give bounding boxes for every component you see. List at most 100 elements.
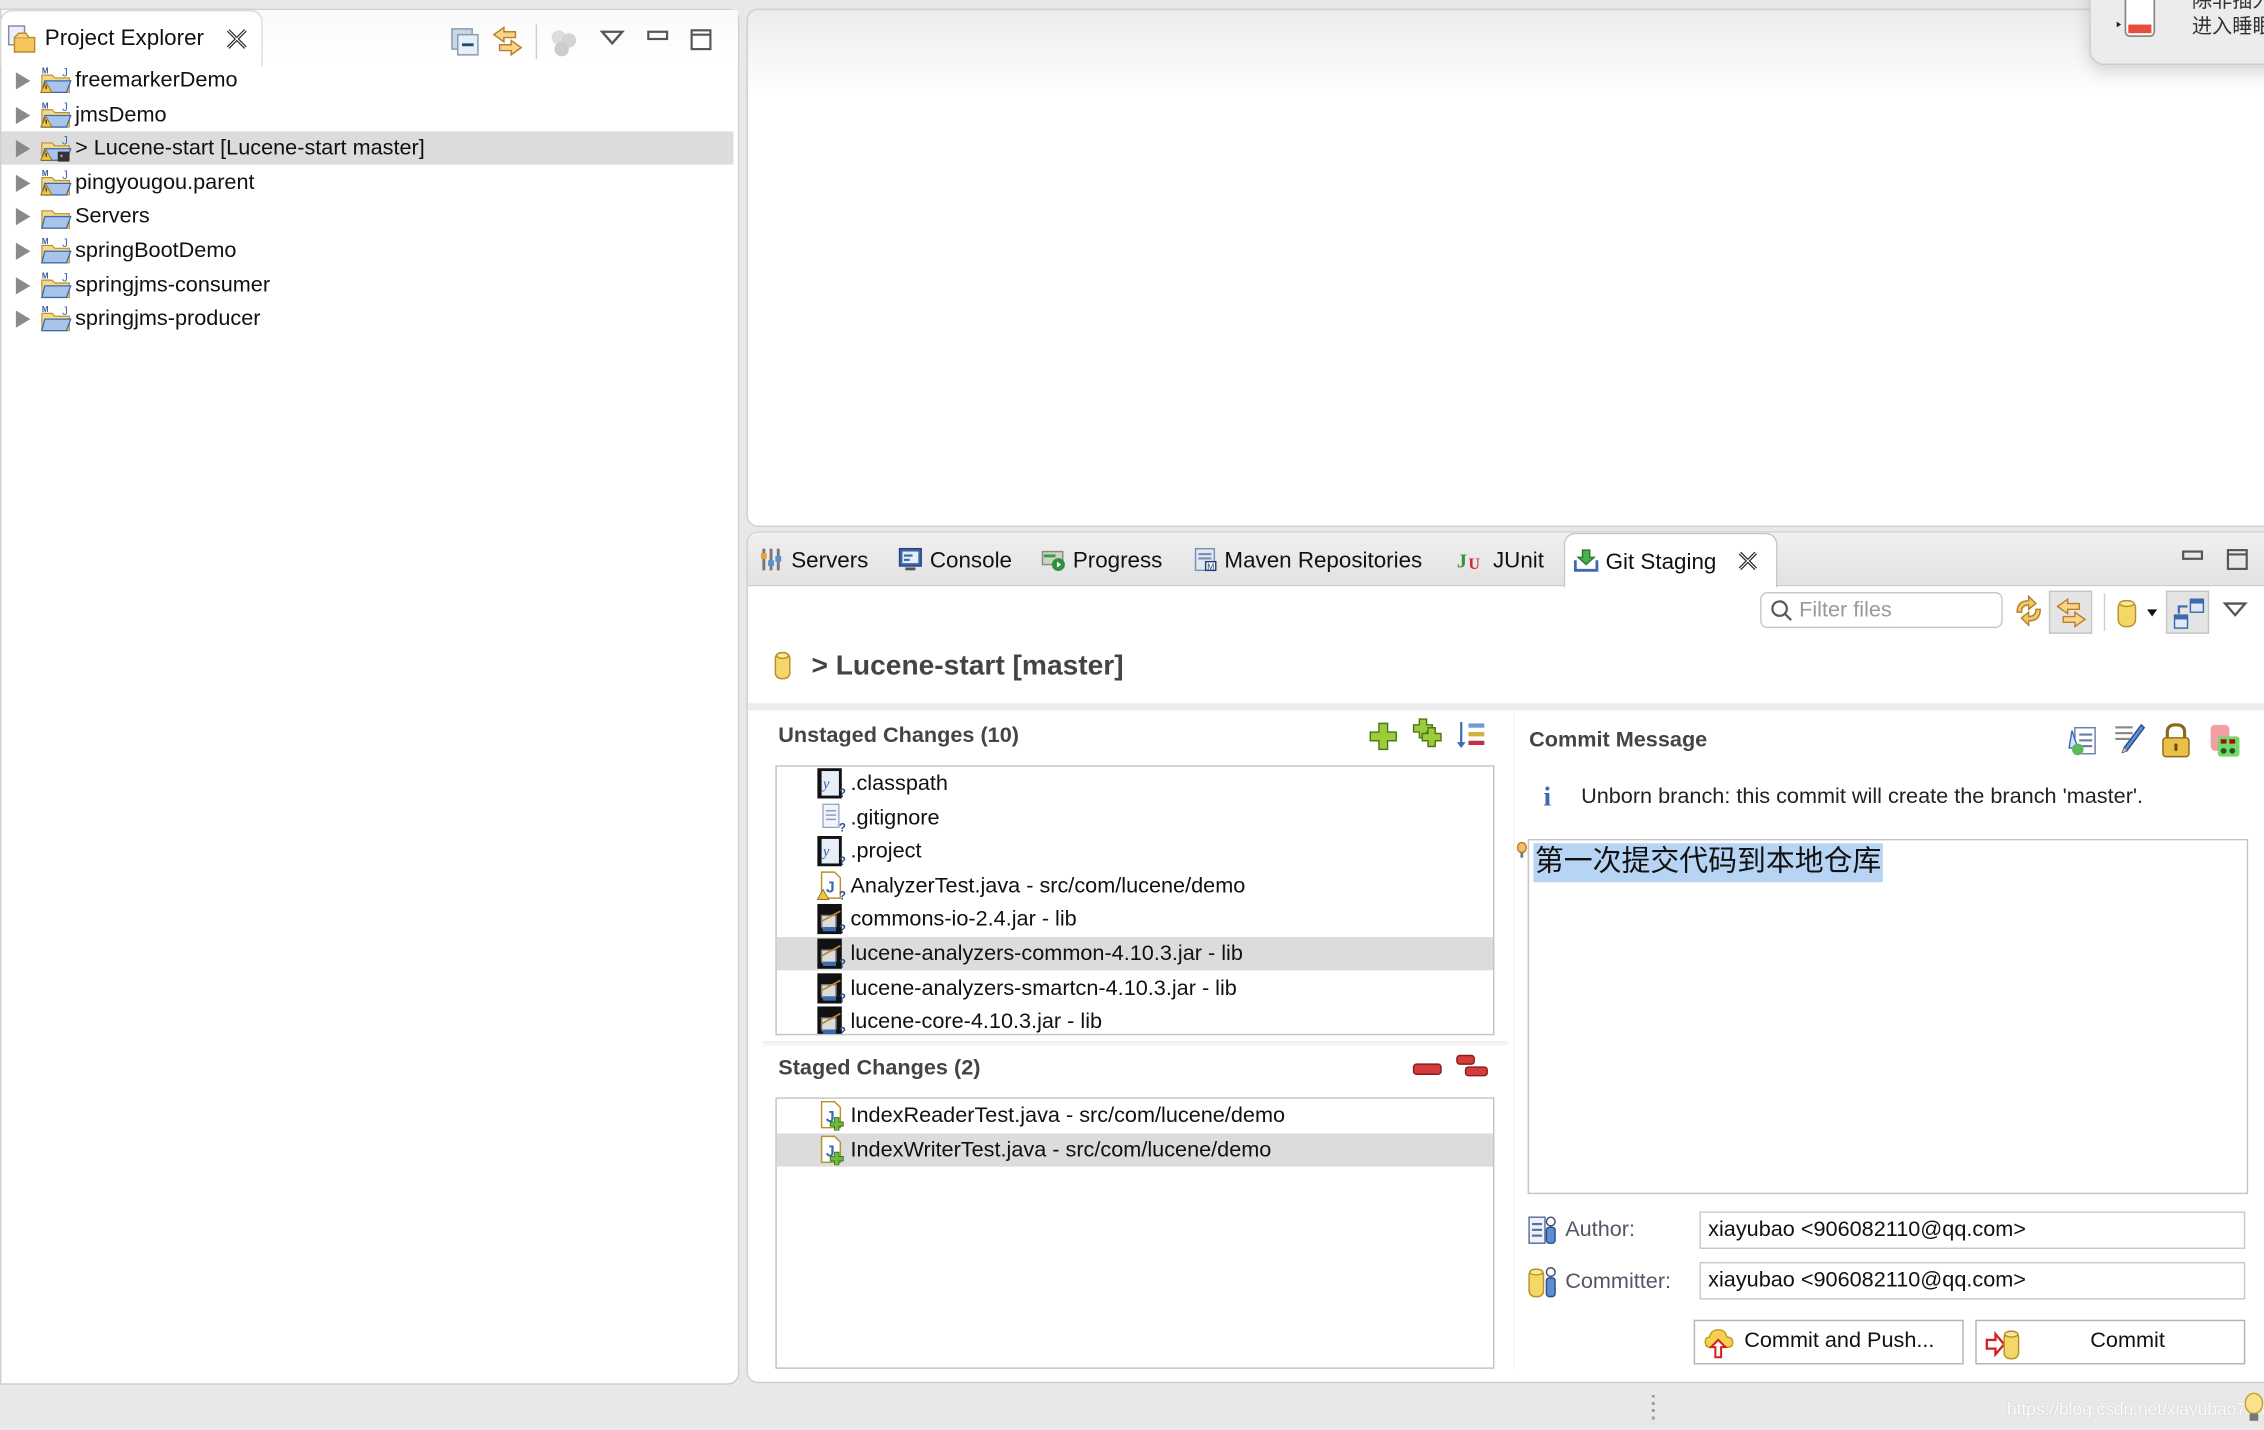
tab-label: Git Staging [1605, 550, 1717, 575]
maven-project-icon: MJ [41, 237, 72, 264]
maximize-icon[interactable] [689, 27, 721, 59]
java-file-warning-icon: J? [817, 871, 846, 901]
tab-junit[interactable]: J U JUnit [1457, 533, 1544, 585]
project-tree-item[interactable]: J * > Lucene-start [Lucene-start master] [1, 131, 734, 165]
link-selection-toggle[interactable] [2048, 590, 2093, 634]
filter-files-input[interactable]: Filter files [1760, 591, 2003, 629]
status-bar-handle[interactable] [1651, 1394, 1655, 1424]
sort-icon[interactable] [1455, 719, 1487, 751]
svg-text:J: J [62, 136, 68, 148]
svg-text:J: J [62, 238, 68, 250]
unstage-selected-icon[interactable] [1412, 1061, 1444, 1078]
add-change-id-icon[interactable] [2208, 722, 2243, 760]
expand-arrow-icon[interactable] [15, 208, 31, 226]
unborn-branch-info: Unborn branch: this commit will create t… [1581, 784, 2144, 809]
expand-arrow-icon[interactable] [15, 106, 31, 124]
file-list-item[interactable]: ? commons-io-2.4.jar - lib [777, 903, 1493, 936]
project-tree-item[interactable]: M JfreemarkerDemo [1, 64, 733, 97]
svg-text:M: M [42, 271, 49, 280]
commit-and-push-button[interactable]: Commit and Push... [1693, 1319, 1964, 1365]
project-explorer-icon [7, 25, 36, 53]
svg-text:J: J [62, 170, 68, 182]
close-icon[interactable] [1737, 550, 1759, 572]
java-file-added-icon: J [820, 1100, 844, 1131]
info-icon: i [1543, 782, 1552, 813]
lightbulb-icon[interactable] [2242, 1392, 2264, 1427]
file-list-item[interactable]: ? lucene-analyzers-common-4.10.3.jar - li… [776, 937, 1493, 971]
staged-list[interactable]: J IndexReaderTest.java - src/com/lucene/d… [775, 1097, 1495, 1369]
system-notification[interactable]: 除非插入 进入睡眠 [2089, 0, 2264, 65]
svg-text:M: M [42, 237, 49, 246]
dropdown-arrow-icon[interactable] [2146, 608, 2159, 620]
file-list-item[interactable]: y? .classpath [777, 767, 1493, 800]
unstage-all-icon[interactable] [1455, 1054, 1490, 1080]
link-with-editor-icon[interactable] [491, 25, 523, 57]
file-list-item[interactable]: J? AnalyzerTest.java - src/com/lucene/dem… [777, 869, 1493, 902]
stage-all-icon[interactable] [1412, 718, 1444, 750]
view-menu-icon[interactable] [2222, 599, 2248, 619]
toolbar-divider [2103, 593, 2106, 631]
cloud-upload-icon [1704, 1329, 1734, 1359]
content-assist-icon [1516, 841, 1527, 858]
section-separator[interactable] [762, 1041, 1508, 1047]
repository-icon[interactable] [2115, 598, 2138, 630]
amend-icon[interactable] [2068, 725, 2100, 757]
maven-project-warning-icon: MJ [40, 67, 72, 94]
project-tree-item[interactable]: M JjmsDemo [1, 98, 733, 131]
file-label: .classpath [850, 771, 948, 796]
commit-button[interactable]: Commit [1975, 1319, 2246, 1365]
sign-commit-icon[interactable] [2160, 722, 2192, 760]
project-tree-item[interactable]: M Jspringjms-producer [1, 302, 733, 335]
commit-message-textarea[interactable]: 第一次提交代码到本地仓库 [1527, 838, 2249, 1195]
expand-arrow-icon[interactable] [15, 72, 31, 90]
expand-arrow-icon[interactable] [15, 242, 31, 260]
filter-icon[interactable] [550, 27, 582, 59]
file-list-item[interactable]: ? lucene-analyzers-smartcn-4.10.3.jar - l… [777, 971, 1493, 1004]
expand-arrow-icon[interactable] [15, 276, 31, 294]
svg-text:J: J [62, 306, 68, 318]
refresh-icon[interactable] [2013, 594, 2045, 627]
tab-maven-repositories[interactable]: M Maven Repositories [1193, 533, 1423, 585]
file-list-item[interactable]: ? .gitignore [777, 801, 1493, 834]
sash[interactable] [1513, 708, 1515, 1371]
collapse-all-icon[interactable] [450, 27, 482, 59]
tab-label: Maven Repositories [1224, 548, 1423, 574]
file-list-item[interactable]: J IndexWriterTest.java - src/com/lucene/d… [776, 1132, 1493, 1167]
expand-arrow-icon[interactable] [15, 140, 31, 158]
author-field[interactable]: xiayubao <906082110@qq.com> [1699, 1211, 2246, 1249]
jar-untracked-icon: ? [817, 904, 846, 935]
presentation-toggle[interactable] [2165, 590, 2210, 634]
signed-off-icon[interactable] [2112, 722, 2147, 757]
minimize-icon[interactable] [2180, 547, 2206, 564]
unstaged-list[interactable]: y? .classpath? .gitignore y? .project J? Analy… [775, 765, 1495, 1036]
commit-message-title: Commit Message [1529, 727, 1708, 753]
project-tree-item[interactable]: M Jspringjms-consumer [1, 268, 733, 301]
tab-console[interactable]: Console [898, 533, 1012, 585]
tab-progress[interactable]: Progress [1041, 533, 1162, 585]
close-icon[interactable] [225, 27, 248, 50]
file-label: .gitignore [850, 805, 940, 830]
project-label: freemarkerDemo [75, 67, 238, 93]
project-tree-item[interactable]: M Jpingyougou.parent [1, 166, 733, 199]
committer-field[interactable]: xiayubao <906082110@qq.com> [1699, 1261, 2246, 1300]
stage-selected-icon[interactable] [1369, 722, 1398, 751]
maximize-icon[interactable] [2225, 547, 2251, 573]
editor-area [746, 8, 2264, 528]
expand-arrow-icon[interactable] [15, 174, 31, 192]
repository-title: > Lucene-start [master] [811, 649, 1124, 682]
tab-servers[interactable]: Servers [759, 533, 868, 585]
tab-project-explorer[interactable]: Project Explorer [0, 10, 263, 67]
file-list-item[interactable]: J IndexReaderTest.java - src/com/lucene/d… [777, 1099, 1493, 1132]
project-tree-item[interactable]: Servers [1, 200, 733, 233]
minimize-icon[interactable] [645, 27, 677, 59]
tab-git-staging[interactable]: Git Staging [1563, 532, 1778, 588]
expand-arrow-icon[interactable] [15, 310, 31, 329]
svg-text:M: M [42, 67, 49, 76]
commit-label: Commit [2090, 1328, 2165, 1353]
file-list-item[interactable]: y? .project [777, 835, 1493, 868]
project-tree-item[interactable]: M JspringBootDemo [1, 234, 733, 267]
notification-line-1: 除非插入 [2191, 0, 2264, 12]
view-menu-icon[interactable] [599, 27, 631, 59]
svg-text:M: M [42, 169, 49, 178]
file-list-item[interactable]: ? lucene-core-4.10.3.jar - lib [777, 1005, 1493, 1034]
